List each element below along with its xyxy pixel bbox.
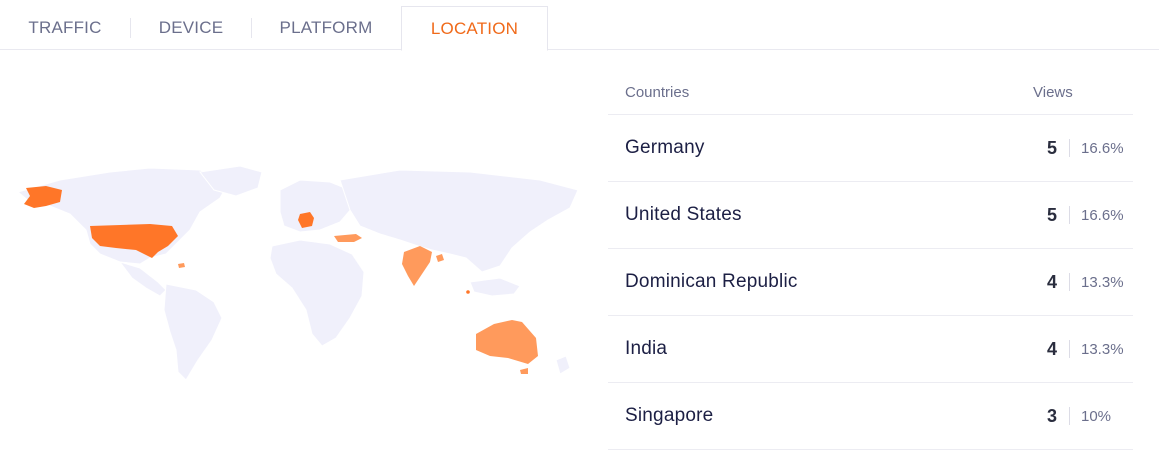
view-count: 5 [1046,205,1057,225]
dominican-republic-region[interactable] [178,263,185,268]
country-name: United States [625,204,742,225]
views-column-header: Views [1033,84,1073,101]
countries-column-header: Countries [625,84,690,101]
view-count: 4 [1046,272,1057,292]
view-count: 3 [1046,406,1057,426]
bangladesh-region[interactable] [436,254,444,262]
india-region[interactable] [402,246,432,286]
world-map-svg [16,165,579,381]
view-percent: 16.6% [1081,140,1124,157]
cell-divider [1069,407,1070,425]
table-header: Countries Views [608,70,1133,115]
table-row[interactable]: India 4 13.3% [608,316,1133,383]
cell-divider [1069,273,1070,291]
tasmania-region[interactable] [520,368,528,374]
world-map [0,150,590,390]
cell-divider [1069,206,1070,224]
tab-platform[interactable]: PLATFORM [252,6,400,50]
singapore-region[interactable] [466,290,470,294]
cell-divider [1069,139,1070,157]
country-name: Dominican Republic [625,271,798,292]
countries-table: Countries Views Germany 5 16.6% United S… [608,70,1133,450]
view-percent: 10% [1081,408,1112,425]
table-row[interactable]: Singapore 3 10% [608,383,1133,450]
table-row[interactable]: Germany 5 16.6% [608,115,1133,182]
table-row[interactable]: Dominican Republic 4 13.3% [608,249,1133,316]
turkey-region[interactable] [334,234,362,242]
country-name: India [625,338,668,359]
view-percent: 16.6% [1081,207,1124,224]
tab-traffic[interactable]: TRAFFIC [0,6,130,50]
table-row[interactable]: United States 5 16.6% [608,182,1133,249]
view-percent: 13.3% [1081,341,1124,358]
country-name: Singapore [625,405,714,426]
view-count: 4 [1046,339,1057,359]
view-percent: 13.3% [1081,274,1124,291]
tab-device[interactable]: DEVICE [131,6,251,50]
cell-divider [1069,340,1070,358]
country-name: Germany [625,137,705,158]
view-count: 5 [1046,138,1057,158]
australia-region[interactable] [476,320,538,364]
tab-location[interactable]: LOCATION [401,6,548,51]
tab-bar: TRAFFIC DEVICE PLATFORM LOCATION [0,0,1159,51]
